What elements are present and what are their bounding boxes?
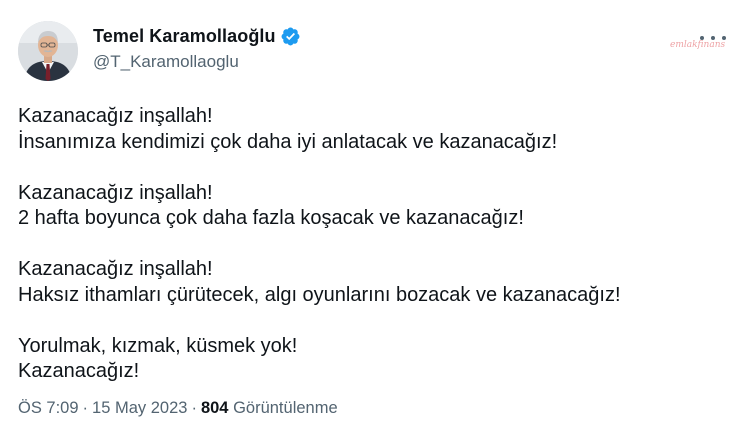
tweet-date[interactable]: 15 May 2023: [92, 399, 187, 417]
dot: [711, 36, 715, 40]
name-row: Temel Karamollaoğlu: [93, 24, 301, 48]
tweet-line: Kazanacağız inşallah!: [18, 181, 213, 204]
handle[interactable]: @T_Karamollaoglu: [93, 52, 301, 72]
tweet-line: Kazanacağız inşallah!: [18, 258, 213, 280]
separator: ·: [191, 399, 197, 417]
tweet-text: Kazanacağız inşallah! İnsanımıza kendimi…: [18, 104, 728, 385]
tweet-line: Yorulmak, kızmak, küsmek yok!: [18, 334, 298, 357]
avatar[interactable]: [18, 21, 78, 81]
tweet-line: İnsanımıza kendimizi çok daha iyi anlata…: [18, 130, 558, 153]
dot: [722, 36, 726, 40]
tweet-meta: ÖS 7:09 · 15 May 2023 · 804 Görüntülenme: [18, 399, 338, 418]
views-count: 804: [200, 399, 229, 417]
more-options-icon[interactable]: [700, 28, 726, 48]
author-block: Temel Karamollaoğlu @T_Karamollaoglu: [93, 24, 301, 72]
display-name[interactable]: Temel Karamollaoğlu: [93, 26, 276, 47]
tweet-time[interactable]: ÖS 7:09: [18, 399, 79, 417]
tweet-line: Kazanacağız!: [18, 360, 140, 382]
dot: [700, 36, 704, 40]
separator: ·: [82, 399, 89, 417]
tweet-line: Kazanacağız inşallah!: [18, 105, 213, 127]
tweet-card: Temel Karamollaoğlu @T_Karamollaoglu eml…: [0, 0, 741, 438]
views-label: Görüntülenme: [233, 399, 338, 417]
profile-photo: [18, 21, 78, 81]
verified-badge-icon[interactable]: [280, 26, 301, 47]
tweet-line: Haksız ithamları çürütecek, algı oyunlar…: [18, 283, 621, 306]
tweet-line: 2 hafta boyunca çok daha fazla koşacak v…: [18, 207, 524, 229]
